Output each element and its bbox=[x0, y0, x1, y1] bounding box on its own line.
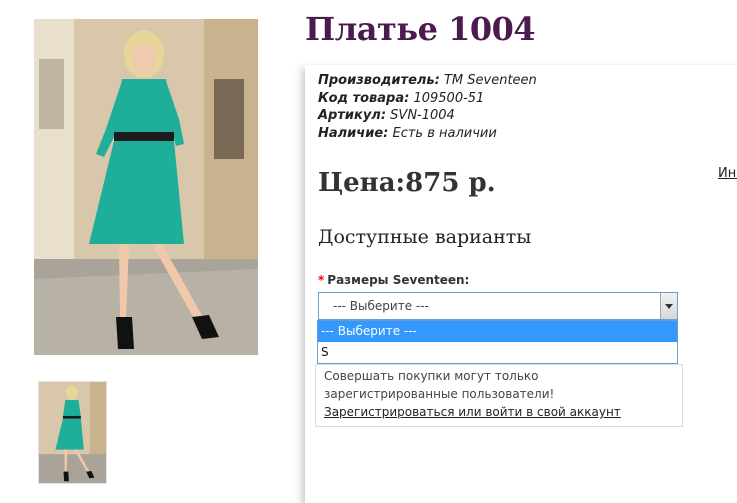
product-thumbnail[interactable] bbox=[38, 381, 107, 484]
login-notice-text: Совершать покупки могут только зарегистр… bbox=[324, 369, 555, 401]
size-option-placeholder[interactable]: --- Выберите --- bbox=[318, 321, 677, 342]
size-select[interactable]: --- Выберите --- bbox=[318, 292, 678, 320]
spec-manufacturer: Производитель: ТМ Seventeen bbox=[318, 72, 537, 89]
spec-manufacturer-value: ТМ Seventeen bbox=[443, 73, 537, 88]
spec-sku: Артикул: SVN-1004 bbox=[318, 107, 455, 124]
size-dropdown-list: --- Выберите --- S bbox=[317, 320, 678, 364]
dress-thumbnail-image bbox=[39, 382, 106, 483]
product-main-photo[interactable] bbox=[34, 19, 258, 355]
options-heading: Доступные варианты bbox=[318, 226, 532, 248]
spec-availability: Наличие: Есть в наличии bbox=[318, 125, 497, 142]
price-label: Цена: bbox=[318, 168, 406, 198]
register-login-link[interactable]: Зарегистрироваться или войти в свой акка… bbox=[324, 405, 621, 419]
required-mark: * bbox=[318, 273, 325, 287]
product-title: Платье 1004 bbox=[305, 10, 536, 48]
product-price: Цена:875 р. bbox=[318, 168, 496, 198]
spec-product-code: Код товара: 109500-51 bbox=[318, 90, 484, 107]
side-link[interactable]: Ино bbox=[718, 166, 737, 181]
size-select-value: --- Выберите --- bbox=[333, 299, 429, 313]
spec-availability-label: Наличие: bbox=[318, 126, 389, 141]
size-field-label-text: Размеры Seventeen: bbox=[327, 273, 470, 287]
price-value: 875 р. bbox=[405, 168, 496, 198]
login-notice: Совершать покупки могут только зарегистр… bbox=[315, 364, 683, 427]
size-option-s[interactable]: S bbox=[318, 342, 677, 363]
spec-sku-label: Артикул: bbox=[318, 108, 387, 123]
spec-manufacturer-label: Производитель: bbox=[318, 73, 440, 88]
spec-product-code-label: Код товара: bbox=[318, 91, 410, 106]
spec-product-code-value: 109500-51 bbox=[413, 91, 485, 106]
spec-sku-value: SVN-1004 bbox=[390, 108, 455, 123]
chevron-down-icon[interactable] bbox=[660, 293, 677, 319]
dress-model-image bbox=[34, 19, 258, 355]
spec-availability-value: Есть в наличии bbox=[392, 126, 497, 141]
size-field-label: * Размеры Seventeen: bbox=[318, 273, 469, 287]
